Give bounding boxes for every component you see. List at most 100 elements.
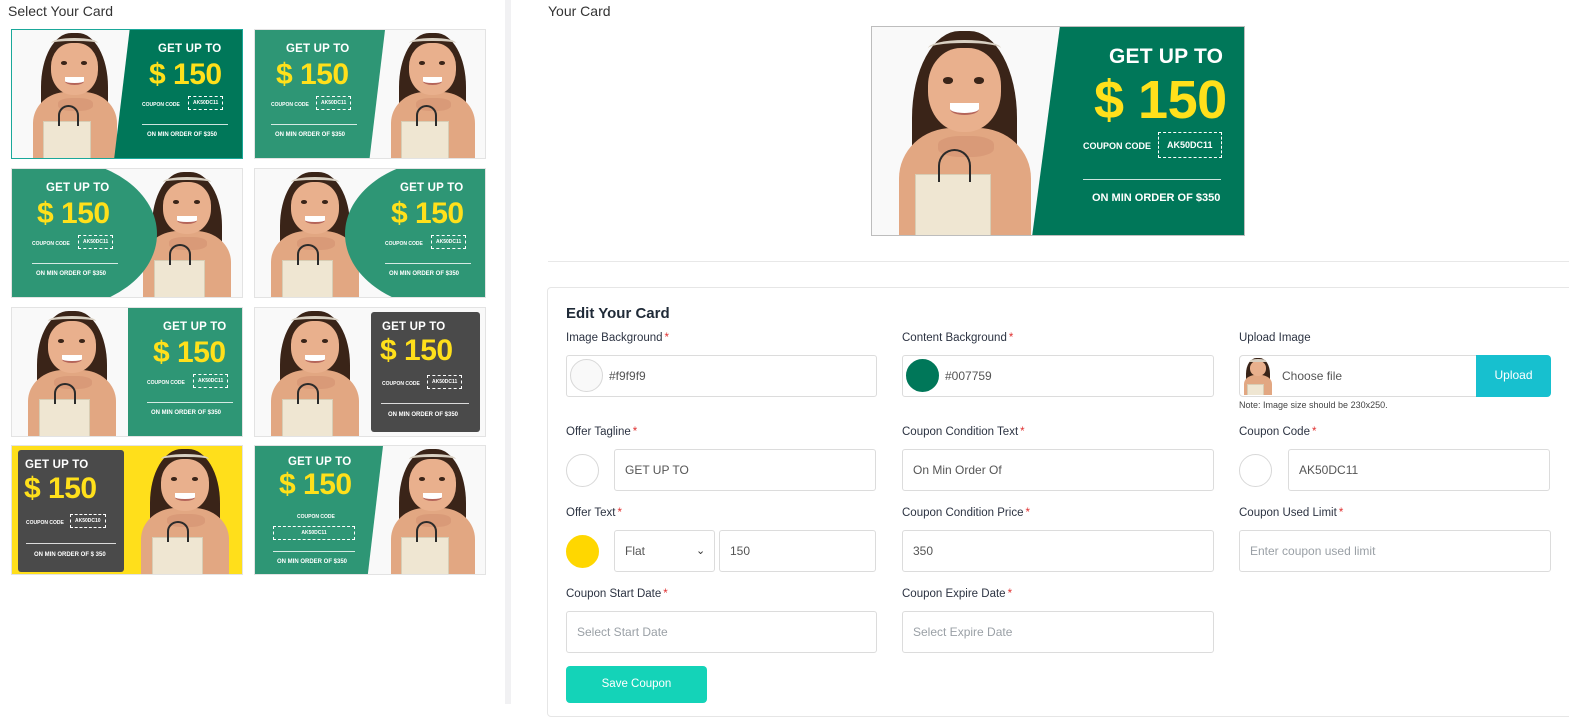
coupon-condition-price-input[interactable]: 350	[902, 530, 1214, 572]
divider	[147, 402, 233, 403]
divider	[271, 124, 357, 125]
content-background-color-swatch[interactable]	[906, 359, 939, 392]
card-selector-panel: Select Your Card GET UP TO $ 150 COUPON …	[0, 0, 505, 704]
card-option-8[interactable]: GET UP TO $ 150 COUPON CODE AK50DC11 ON …	[254, 445, 486, 575]
tagline-color-swatch[interactable]	[566, 454, 599, 487]
model-photo	[22, 30, 127, 158]
coupon-code-label: COUPON CODE	[32, 241, 70, 247]
edit-card-title: Edit Your Card	[566, 305, 670, 322]
condition-text: ON MIN ORDER OF $350	[388, 412, 459, 418]
coupon-code-label: COUPON CODE	[142, 102, 180, 108]
card-option-1[interactable]: GET UP TO $ 150 COUPON CODE AK50DC11 ON …	[11, 29, 243, 159]
card-option-3[interactable]: GET UP TO $ 150 COUPON CODE AK50DC11 ON …	[11, 168, 243, 298]
condition-text: ON MIN ORDER OF $350	[1092, 192, 1221, 204]
offer-tagline: GET UP TO	[1109, 45, 1224, 68]
upload-button[interactable]: Upload	[1476, 355, 1551, 397]
coupon-used-limit-label: Coupon Used Limit *	[1239, 507, 1344, 519]
image-background-input[interactable]: #f9f9f9	[566, 355, 877, 397]
offer-tagline-input[interactable]: GET UP TO	[614, 449, 876, 491]
divider	[381, 403, 469, 404]
offer-amount: $ 150	[1094, 70, 1227, 130]
offer-value-input[interactable]: 150	[719, 530, 876, 572]
divider	[142, 124, 228, 125]
coupon-code-label: Coupon Code *	[1239, 426, 1317, 438]
offer-tagline: GET UP TO	[163, 321, 227, 333]
offer-tagline-label: Offer Tagline *	[566, 426, 638, 438]
card-option-7[interactable]: GET UP TO $ 150 COUPON CODE AK50DC10 ON …	[11, 445, 243, 575]
divider	[385, 263, 471, 264]
save-coupon-button[interactable]: Save Coupon	[566, 666, 707, 703]
section-divider	[548, 261, 1569, 262]
offer-amount: $ 150	[391, 197, 464, 230]
divider	[273, 551, 355, 552]
coupon-code-color-swatch[interactable]	[1239, 454, 1272, 487]
coupon-code: AK50DC11	[193, 374, 229, 388]
coupon-code-label: COUPON CODE	[26, 520, 64, 526]
card-option-6[interactable]: GET UP TO $ 150 COUPON CODE AK50DC11 ON …	[254, 307, 486, 437]
coupon-code-label: COUPON CODE	[147, 380, 185, 386]
coupon-condition-text-input[interactable]: On Min Order Of	[902, 449, 1214, 491]
card-option-5[interactable]: GET UP TO $ 150 COUPON CODE AK50DC11 ON …	[11, 307, 243, 437]
condition-text: ON MIN ORDER OF $350	[36, 271, 107, 277]
coupon-start-date-label: Coupon Start Date *	[566, 588, 668, 600]
condition-text: ON MIN ORDER OF $350	[147, 132, 218, 138]
offer-tagline: GET UP TO	[158, 43, 222, 55]
condition-text: ON MIN ORDER OF $350	[151, 410, 222, 416]
coupon-code-label: COUPON CODE	[297, 514, 335, 520]
uploaded-image-thumbnail	[1240, 357, 1276, 395]
coupon-expire-date-label: Coupon Expire Date *	[902, 588, 1013, 600]
offer-tagline: GET UP TO	[286, 43, 350, 55]
coupon-used-limit-input[interactable]: Enter coupon used limit	[1239, 530, 1551, 572]
offer-amount: $ 150	[279, 468, 352, 501]
upload-note: Note: Image size should be 230x250.	[1239, 400, 1388, 410]
coupon-code: AK50DC11	[431, 235, 467, 249]
divider	[32, 263, 118, 264]
coupon-code-label: COUPON CODE	[385, 241, 423, 247]
offer-tagline: GET UP TO	[400, 182, 464, 194]
panel-divider	[505, 0, 511, 704]
offer-amount: $ 150	[24, 472, 97, 505]
model-photo	[17, 308, 127, 436]
condition-text: ON MIN ORDER OF $350	[389, 271, 460, 277]
coupon-code-label: COUPON CODE	[382, 381, 420, 387]
condition-text: ON MIN ORDER OF $350	[275, 132, 346, 138]
offer-amount: $ 150	[149, 58, 222, 91]
card-option-2[interactable]: GET UP TO $ 150 COUPON CODE AK50DC11 ON …	[254, 29, 486, 159]
your-card-title: Your Card	[548, 3, 611, 19]
image-background-color-swatch[interactable]	[570, 359, 603, 392]
coupon-condition-price-label: Coupon Condition Price *	[902, 507, 1030, 519]
divider	[26, 543, 116, 544]
chevron-down-icon: ⌄	[696, 545, 706, 557]
offer-amount: $ 150	[276, 58, 349, 91]
coupon-start-date-input[interactable]: Select Start Date	[566, 611, 877, 653]
coupon-code: AK50DC11	[273, 526, 355, 540]
card-preview: GET UP TO $ 150 COUPON CODE AK50DC11 ON …	[871, 26, 1245, 236]
model-photo	[130, 446, 240, 574]
offer-tagline: GET UP TO	[25, 459, 89, 471]
offer-text-label: Offer Text *	[566, 507, 622, 519]
coupon-code: AK50DC11	[78, 235, 114, 249]
select-card-title: Select Your Card	[8, 3, 114, 19]
coupon-condition-text-label: Coupon Condition Text *	[902, 426, 1025, 438]
coupon-code: AK50DC11	[427, 375, 463, 389]
condition-text: ON MIN ORDER OF $ 350	[34, 552, 106, 558]
offer-tagline: GET UP TO	[382, 321, 446, 333]
offer-tagline: GET UP TO	[46, 182, 110, 194]
coupon-code-input[interactable]: AK50DC11	[1288, 449, 1550, 491]
coupon-code: AK50DC10	[70, 514, 106, 528]
image-background-label: Image Background *	[566, 332, 670, 344]
coupon-code-label: COUPON CODE	[271, 102, 309, 108]
offer-amount: $ 150	[37, 197, 110, 230]
content-background-label: Content Background *	[902, 332, 1014, 344]
model-photo	[882, 27, 1047, 235]
divider	[1083, 179, 1221, 180]
coupon-code: AK50DC11	[1158, 132, 1222, 158]
coupon-code: AK50DC11	[316, 96, 352, 110]
coupon-code-label: COUPON CODE	[1083, 141, 1152, 151]
content-background-input[interactable]: #007759	[902, 355, 1214, 397]
offer-text-color-swatch[interactable]	[566, 535, 599, 568]
upload-image-label: Upload Image	[1239, 332, 1311, 344]
offer-tagline: GET UP TO	[288, 456, 352, 468]
coupon-expire-date-input[interactable]: Select Expire Date	[902, 611, 1214, 653]
card-option-4[interactable]: GET UP TO $ 150 COUPON CODE AK50DC11 ON …	[254, 168, 486, 298]
